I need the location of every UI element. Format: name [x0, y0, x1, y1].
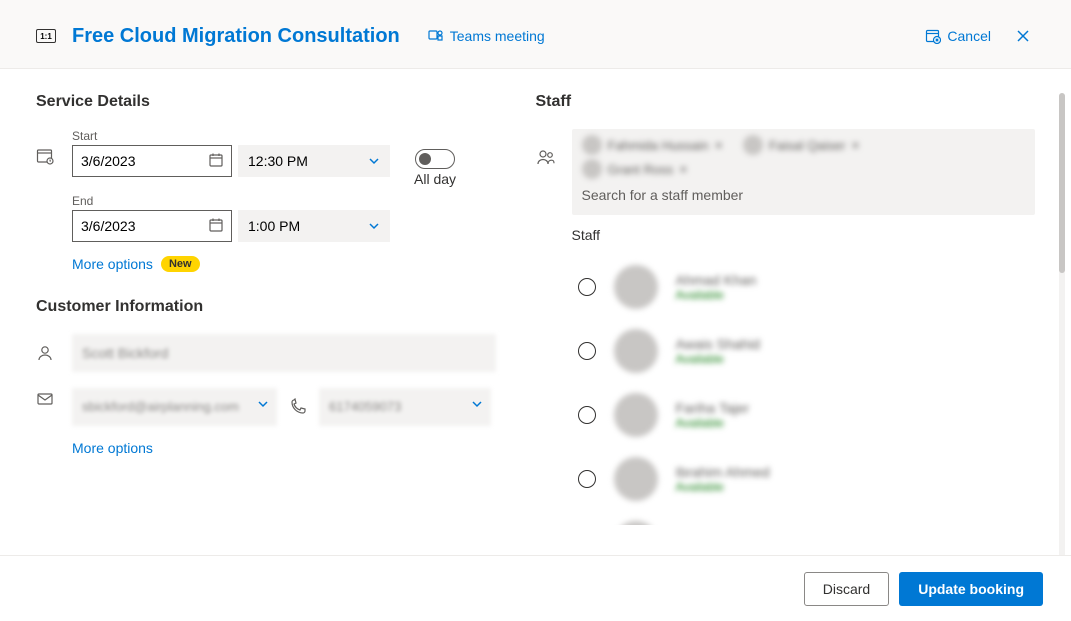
mail-icon — [36, 380, 72, 408]
remove-chip-icon[interactable]: × — [715, 137, 723, 153]
chevron-down-icon — [368, 155, 380, 167]
dialog-footer: Discard Update booking — [0, 555, 1071, 621]
start-time-select[interactable]: 12:30 PM — [238, 145, 390, 177]
all-day-label: All day — [414, 171, 456, 188]
staff-list[interactable]: Ahmad Khan Available Awais Shahid Availa… — [572, 255, 1036, 525]
remove-chip-icon[interactable]: × — [679, 161, 687, 177]
avatar — [582, 159, 602, 179]
calendar-cancel-icon — [925, 28, 941, 44]
booking-type-icon: 1:1 — [36, 29, 56, 43]
staff-list-item[interactable]: Ibrahim Ahmed Available — [572, 447, 1022, 511]
avatar — [614, 457, 658, 501]
staff-list-item[interactable]: Ahmad Khan Available — [572, 255, 1022, 319]
service-more-options-link[interactable]: More options — [72, 256, 153, 272]
staff-search-input[interactable] — [582, 183, 1026, 207]
start-date-input[interactable] — [72, 145, 232, 188]
staff-chip[interactable]: Faisal Qaiser × — [743, 135, 860, 155]
customer-name-input[interactable]: Scott Bickford — [72, 334, 496, 372]
start-label: Start — [72, 129, 506, 143]
customer-more-options-link[interactable]: More options — [72, 440, 153, 456]
datepicker-icon[interactable] — [208, 152, 224, 168]
scrollbar[interactable] — [1059, 93, 1065, 555]
customer-info-heading: Customer Information — [36, 298, 506, 316]
end-time-select[interactable]: 1:00 PM — [238, 210, 390, 242]
chevron-down-icon — [368, 220, 380, 232]
chevron-down-icon — [471, 398, 483, 410]
new-badge: New — [161, 256, 200, 272]
teams-icon — [428, 28, 444, 44]
avatar — [614, 265, 658, 309]
customer-phone-select[interactable]: 6174059073 — [319, 388, 491, 426]
avatar — [614, 329, 658, 373]
calendar-icon — [36, 129, 72, 165]
start-time-value: 12:30 PM — [248, 153, 308, 169]
avatar — [743, 135, 763, 155]
staff-radio[interactable] — [578, 342, 596, 360]
page-title: Free Cloud Migration Consultation — [72, 25, 400, 48]
staff-radio[interactable] — [578, 278, 596, 296]
avatar — [582, 135, 602, 155]
end-time-value: 1:00 PM — [248, 218, 300, 234]
people-icon — [536, 147, 556, 167]
staff-list-heading: Staff — [572, 227, 1036, 243]
cancel-label: Cancel — [947, 28, 991, 44]
staff-list-item[interactable]: John Smith — [572, 511, 1022, 525]
all-day-toggle[interactable] — [415, 149, 455, 169]
datepicker-icon[interactable] — [208, 217, 224, 233]
customer-email-select[interactable]: sbickford@airplanning.com — [72, 388, 277, 426]
dialog-content: Service Details Start 12:30 PM — [0, 69, 1071, 555]
close-icon — [1015, 28, 1031, 44]
phone-icon — [289, 398, 307, 416]
end-label: End — [72, 194, 506, 208]
teams-meeting-label: Teams meeting — [450, 28, 545, 44]
teams-meeting-link[interactable]: Teams meeting — [428, 28, 545, 44]
staff-chip[interactable]: Grant Ross × — [582, 159, 688, 179]
close-button[interactable] — [1011, 24, 1035, 48]
staff-selected-box: Fahmida Hussain × Faisal Qaiser × Grant … — [572, 129, 1036, 215]
staff-list-item[interactable]: Fariha Tajer Available — [572, 383, 1022, 447]
staff-chip[interactable]: Fahmida Hussain × — [582, 135, 723, 155]
avatar — [614, 393, 658, 437]
remove-chip-icon[interactable]: × — [851, 137, 859, 153]
avatar — [614, 521, 658, 525]
person-icon — [36, 334, 72, 362]
chevron-down-icon — [257, 398, 269, 410]
end-date-input[interactable] — [72, 210, 232, 242]
staff-list-item[interactable]: Awais Shahid Available — [572, 319, 1022, 383]
staff-heading: Staff — [536, 93, 1036, 111]
discard-button[interactable]: Discard — [804, 572, 889, 606]
staff-radio[interactable] — [578, 406, 596, 424]
dialog-header: 1:1 Free Cloud Migration Consultation Te… — [0, 0, 1071, 69]
cancel-link[interactable]: Cancel — [925, 28, 991, 44]
service-details-heading: Service Details — [36, 93, 506, 111]
staff-radio[interactable] — [578, 470, 596, 488]
update-booking-button[interactable]: Update booking — [899, 572, 1043, 606]
